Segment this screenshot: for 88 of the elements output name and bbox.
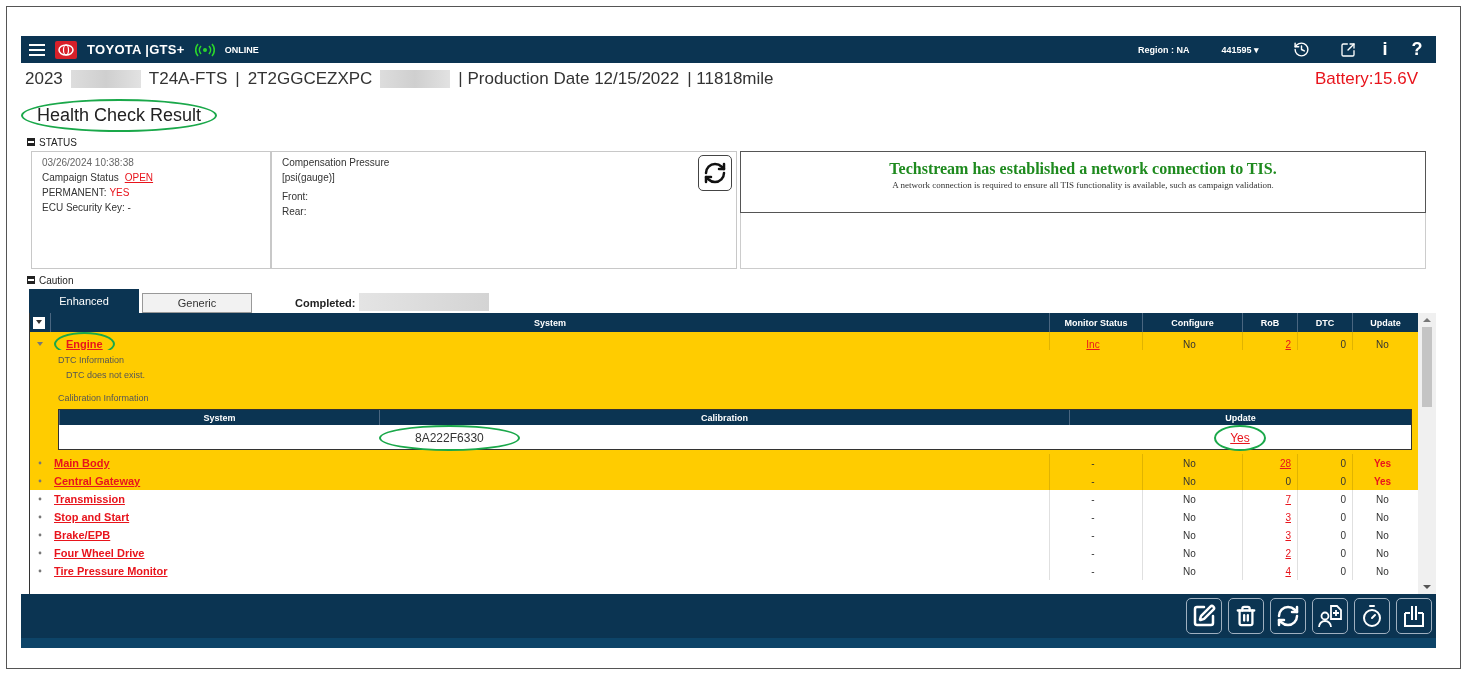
detail-text: DTC does not exist.	[65, 369, 147, 382]
separator: |	[235, 69, 240, 89]
production-date: | Production Date 12/15/2022	[458, 69, 680, 89]
collapse-icon[interactable]	[27, 138, 35, 146]
connector-button[interactable]	[1396, 598, 1432, 634]
edit-icon	[1192, 604, 1216, 628]
battery-voltage: Battery:15.6V	[1315, 69, 1419, 89]
bullet-icon[interactable]	[37, 478, 43, 484]
field-label: PERMANENT:	[42, 186, 107, 199]
info-button[interactable]: i	[1374, 39, 1396, 60]
scrollbar[interactable]	[1418, 313, 1436, 594]
table-row[interactable]: Central Gateway - No 0 0 Yes	[30, 472, 1418, 490]
tab[interactable]: Enhanced	[29, 289, 139, 313]
message-text: A network connection is required to ensure all TIS functionality is available, such as campaign validation.	[892, 180, 1274, 190]
message-title: Techstream has established a network connection to TIS.	[889, 160, 1277, 178]
vehicle-year: 2023	[25, 69, 63, 89]
edit-button[interactable]	[1186, 598, 1222, 634]
region-label: Region : NA	[1137, 44, 1190, 55]
bullet-icon[interactable]	[37, 514, 43, 520]
column-header: System	[59, 410, 379, 425]
connector-icon	[1401, 603, 1427, 629]
field-label: Compensation Pressure	[282, 156, 390, 169]
bullet-icon[interactable]	[37, 532, 43, 538]
field-label: Rear:	[282, 205, 307, 218]
user-document-icon	[1317, 603, 1343, 629]
tab[interactable]: Generic	[142, 293, 252, 313]
table-row[interactable]: Main Body - No 28 0 Yes	[30, 454, 1418, 472]
caret-icon	[35, 318, 43, 326]
brand-name: TOYOTA |GTS+	[87, 42, 185, 57]
detail-label: DTC Information	[58, 354, 126, 367]
refresh-button[interactable]	[1270, 598, 1306, 634]
completed-label: Completed:	[295, 297, 356, 311]
system-link[interactable]: Brake/EPB	[54, 529, 111, 541]
vehicle-model: T24A-FTS	[148, 69, 228, 89]
vehicle-vin: 2T2GGCEZXPC	[247, 69, 373, 89]
logo-icon	[55, 40, 77, 59]
expanded-icon[interactable]	[37, 341, 43, 347]
unit-label: [psi(gauge)]	[282, 171, 335, 184]
bullet-icon[interactable]	[37, 568, 43, 574]
scroll-thumb[interactable]	[1422, 327, 1432, 407]
bullet-icon[interactable]	[37, 496, 43, 502]
external-link-icon[interactable]	[1340, 41, 1356, 58]
collapse-icon[interactable]	[27, 276, 35, 284]
column-header: Calibration	[379, 410, 1069, 425]
help-button[interactable]: ?	[1406, 39, 1428, 60]
refresh-icon	[703, 161, 727, 185]
menu-icon[interactable]	[29, 42, 45, 57]
column-header: Update	[1069, 410, 1411, 425]
section-heading: Caution	[39, 274, 74, 286]
calibration-value: 8A222F6330	[414, 431, 485, 445]
bullet-icon[interactable]	[37, 550, 43, 556]
user-document-button[interactable]	[1312, 598, 1348, 634]
account-dropdown[interactable]: 441595 ▾	[1221, 44, 1259, 55]
table-row[interactable]: Engine Inc No 2 0 No	[30, 332, 1418, 350]
signal-icon	[194, 42, 215, 57]
redacted-block	[380, 70, 451, 88]
system-link[interactable]: Four Wheel Drive	[54, 547, 145, 559]
table-cell: No	[1142, 562, 1242, 580]
system-link[interactable]: Stop and Start	[54, 511, 130, 523]
trash-icon	[1235, 605, 1257, 627]
redacted-block	[70, 70, 141, 88]
refresh-button[interactable]	[698, 155, 732, 191]
field-label: Front:	[282, 190, 309, 203]
scroll-up-icon[interactable]	[1423, 317, 1431, 323]
system-link[interactable]: Tire Pressure Monitor	[54, 565, 168, 577]
field-label: Campaign Status	[42, 171, 119, 184]
table-cell: 4	[1242, 562, 1297, 580]
refresh-icon	[1276, 604, 1300, 628]
timer-button[interactable]	[1354, 598, 1390, 634]
timestamp: 03/26/2024 10:38:38	[42, 156, 134, 169]
field-value: YES	[109, 186, 130, 199]
collapse-all-button[interactable]	[33, 317, 45, 329]
bullet-icon[interactable]	[37, 460, 43, 466]
system-link[interactable]: Transmission	[54, 493, 125, 505]
detail-label: Calibration Information	[58, 392, 150, 405]
history-icon[interactable]	[1293, 41, 1310, 58]
delete-button[interactable]	[1228, 598, 1264, 634]
scroll-down-icon[interactable]	[1423, 584, 1431, 590]
campaign-link[interactable]: OPEN	[124, 171, 154, 184]
page-title: Health Check Result	[37, 104, 202, 126]
table-cell: 0	[1297, 562, 1352, 580]
table-cell: -	[1049, 562, 1142, 580]
stopwatch-icon	[1360, 604, 1384, 628]
update-value: Yes	[1230, 431, 1250, 445]
vehicle-mileage: | 11818mile	[687, 69, 774, 89]
section-heading: STATUS	[39, 136, 77, 148]
connection-status: ONLINE	[224, 44, 259, 55]
field-label: ECU Security Key: -	[42, 201, 131, 214]
